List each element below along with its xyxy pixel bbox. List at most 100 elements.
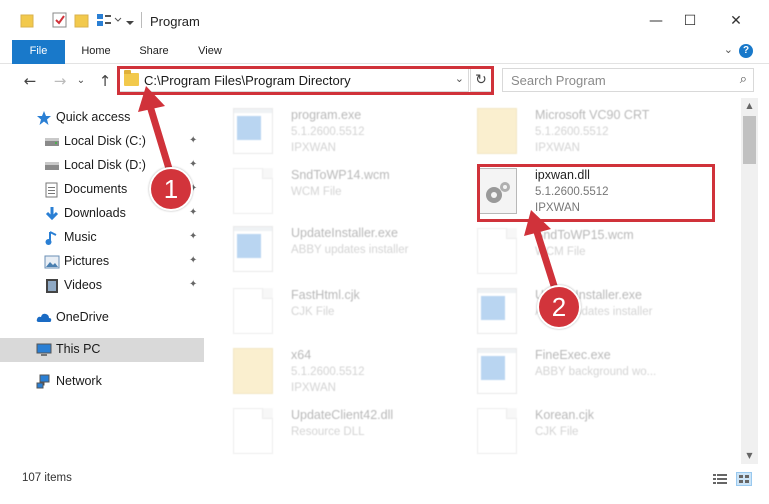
step-marker-1: 1 bbox=[149, 167, 193, 211]
file-name: Microsoft VC90 CRT bbox=[535, 108, 650, 122]
details-view-icon[interactable] bbox=[712, 472, 728, 486]
file-item[interactable]: UpdateClient42.dll Resource DLL bbox=[225, 402, 475, 458]
document-icon bbox=[233, 408, 273, 454]
sidebar-item-label: This PC bbox=[56, 342, 101, 356]
file-item[interactable]: UpdateInstaller.exe ABBY updates install… bbox=[469, 282, 719, 338]
item-count: 107 items bbox=[22, 472, 72, 484]
file-name: UpdateClient42.dll bbox=[291, 408, 394, 422]
pin-icon[interactable]: ✦ bbox=[189, 231, 197, 242]
window-app-icon bbox=[233, 226, 273, 272]
toolbar-dropdown-icon[interactable] bbox=[125, 12, 135, 28]
up-button[interactable]: ↑ bbox=[95, 71, 115, 91]
sidebar-item-label: Local Disk (C:) bbox=[64, 134, 146, 148]
vertical-scrollbar[interactable]: ▲ ▼ bbox=[741, 98, 758, 464]
documents-icon bbox=[44, 182, 60, 198]
sidebar-item-onedrive[interactable]: OneDrive bbox=[0, 306, 204, 330]
application-icon bbox=[233, 108, 273, 154]
pin-icon[interactable]: ✦ bbox=[189, 279, 197, 290]
file-item[interactable]: FastHtml.cjk CJK File bbox=[225, 282, 475, 338]
title-bar: Program — ☐ ✕ bbox=[0, 0, 769, 40]
music-icon bbox=[44, 230, 60, 246]
document-icon bbox=[233, 288, 273, 334]
large-icons-view-icon[interactable] bbox=[736, 472, 752, 486]
star-icon bbox=[36, 110, 52, 126]
help-button[interactable]: ? bbox=[739, 44, 753, 58]
chevron-down-icon[interactable]: ⌄ bbox=[724, 43, 733, 56]
pin-icon[interactable]: ✦ bbox=[189, 207, 197, 218]
maximize-button[interactable]: ☐ bbox=[670, 6, 710, 36]
file-version: 5.1.2600.5512 bbox=[291, 366, 365, 378]
file-company: IPXWAN bbox=[291, 142, 336, 154]
file-item[interactable]: x64 5.1.2600.5512 IPXWAN bbox=[225, 342, 475, 398]
sidebar-item-local-disk-c[interactable]: Local Disk (C:) ✦ bbox=[0, 130, 204, 154]
file-item[interactable]: Korean.cjk CJK File bbox=[469, 402, 719, 458]
file-item[interactable]: FineExec.exe ABBY background wo... bbox=[469, 342, 719, 398]
videos-icon bbox=[44, 278, 60, 294]
sidebar-item-videos[interactable]: Videos ✦ bbox=[0, 274, 204, 298]
sidebar-item-network[interactable]: Network bbox=[0, 370, 204, 394]
file-name: SndToWP14.wcm bbox=[291, 168, 390, 182]
properties-icon[interactable] bbox=[52, 12, 68, 28]
tab-file[interactable]: File bbox=[12, 40, 65, 64]
ribbon-tabs: File Home Share View ⌄ ? bbox=[0, 40, 769, 64]
network-icon bbox=[36, 374, 52, 390]
pin-icon[interactable]: ✦ bbox=[189, 159, 197, 170]
document-icon bbox=[477, 228, 517, 274]
file-list: program.exe 5.1.2600.5512 IPXWAN Microso… bbox=[211, 98, 741, 464]
window-app-icon bbox=[477, 288, 517, 334]
close-button[interactable]: ✕ bbox=[716, 6, 756, 36]
sidebar-item-label: Downloads bbox=[64, 206, 126, 220]
file-company: IPXWAN bbox=[535, 142, 580, 154]
tab-home[interactable]: Home bbox=[74, 40, 118, 64]
scroll-down-button[interactable]: ▼ bbox=[741, 448, 758, 464]
sidebar-item-this-pc[interactable]: This PC bbox=[0, 338, 204, 362]
file-name: FastHtml.cjk bbox=[291, 288, 360, 302]
file-highlight-box bbox=[477, 164, 715, 222]
sidebar-item-label: Quick access bbox=[56, 110, 131, 124]
customize-toolbar-icon[interactable] bbox=[96, 12, 124, 28]
file-version: 5.1.2600.5512 bbox=[291, 126, 365, 138]
file-name: FineExec.exe bbox=[535, 348, 611, 362]
document-icon bbox=[233, 168, 273, 214]
file-type: WCM File bbox=[291, 186, 342, 198]
recent-locations-button[interactable]: ⌄ bbox=[74, 71, 88, 91]
pin-icon[interactable]: ✦ bbox=[189, 135, 197, 146]
sidebar-item-label: Local Disk (D:) bbox=[64, 158, 146, 172]
folder-icon[interactable] bbox=[20, 12, 36, 28]
new-folder-icon[interactable] bbox=[74, 12, 90, 28]
file-name: x64 bbox=[291, 348, 312, 362]
sidebar-item-pictures[interactable]: Pictures ✦ bbox=[0, 250, 204, 274]
file-item[interactable]: program.exe 5.1.2600.5512 IPXWAN bbox=[225, 102, 475, 158]
step-marker-2: 2 bbox=[537, 285, 581, 329]
sidebar-item-label: Videos bbox=[64, 278, 102, 292]
file-item[interactable]: UpdateInstaller.exe ABBY updates install… bbox=[225, 220, 475, 276]
file-name: program.exe bbox=[291, 108, 362, 122]
file-description: ABBY background wo... bbox=[535, 366, 657, 378]
drive-icon bbox=[44, 158, 60, 174]
drive-icon bbox=[44, 134, 60, 150]
search-placeholder: Search Program bbox=[511, 73, 606, 88]
file-company: IPXWAN bbox=[291, 382, 336, 394]
forward-button[interactable]: → bbox=[50, 71, 70, 91]
back-button[interactable]: ← bbox=[20, 71, 40, 91]
scroll-thumb[interactable] bbox=[743, 116, 756, 164]
file-description: ABBY updates installer bbox=[291, 244, 409, 256]
scroll-up-button[interactable]: ▲ bbox=[741, 98, 758, 114]
tab-view[interactable]: View bbox=[188, 40, 232, 64]
file-type: Resource DLL bbox=[291, 426, 365, 438]
folder-icon bbox=[233, 348, 273, 394]
search-icon[interactable]: ⌕ bbox=[740, 72, 747, 87]
sidebar-item-music[interactable]: Music ✦ bbox=[0, 226, 204, 250]
file-item[interactable]: Microsoft VC90 CRT 5.1.2600.5512 IPXWAN bbox=[469, 102, 719, 158]
sidebar-item-quick-access[interactable]: Quick access bbox=[0, 106, 204, 130]
file-item[interactable]: SndToWP14.wcm WCM File bbox=[225, 162, 475, 218]
pin-icon[interactable]: ✦ bbox=[189, 255, 197, 266]
file-type: CJK File bbox=[291, 306, 335, 318]
sidebar-item-label: Music bbox=[64, 230, 97, 244]
sidebar-item-label: Pictures bbox=[64, 254, 110, 268]
search-input[interactable]: Search Program ⌕ bbox=[502, 68, 754, 92]
file-item[interactable]: SndToWP15.wcm WCM File bbox=[469, 222, 719, 278]
sidebar-item-label: OneDrive bbox=[56, 310, 109, 324]
download-icon bbox=[44, 206, 60, 222]
tab-share[interactable]: Share bbox=[132, 40, 176, 64]
